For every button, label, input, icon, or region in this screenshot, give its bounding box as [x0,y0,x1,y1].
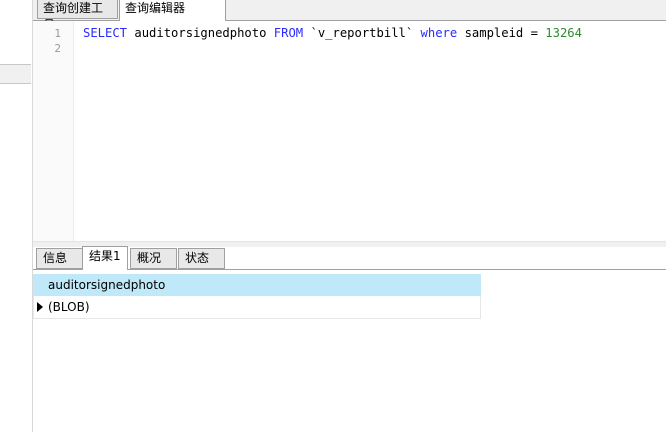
tab-query-editor[interactable]: 查询编辑器 [119,0,226,21]
tab-profile[interactable]: 概况 [130,248,177,269]
tab-result1[interactable]: 结果1 [82,246,128,270]
table-cell[interactable]: (BLOB) [48,300,90,314]
column-header[interactable]: auditorsignedphoto [33,274,481,296]
left-panel [0,0,33,432]
left-collapsed-tab[interactable] [0,64,31,84]
table-row[interactable]: (BLOB) [33,296,481,319]
keyword-from: FROM [273,26,304,40]
line-gutter: 1 2 [33,21,74,241]
row-indicator-icon [37,302,43,312]
top-tab-bar: 查询创建工具 查询编辑器 [33,0,666,32]
tab-query-builder[interactable]: 查询创建工具 [37,0,118,32]
sql-number: 13264 [545,26,582,40]
line-number: 1 [54,27,61,40]
keyword-where: where [420,26,458,40]
line-number: 2 [54,42,61,55]
result-tab-bar: 信息 结果1 概况 状态 [33,246,666,270]
sql-code-line[interactable]: SELECT auditorsignedphoto FROM `v_report… [83,26,582,41]
sql-condition: sampleid = [457,26,546,40]
result-grid: auditorsignedphoto (BLOB) [33,274,481,319]
keyword-select: SELECT [83,26,128,40]
tab-status[interactable]: 状态 [178,248,225,269]
sql-column: auditorsignedphoto [127,26,274,40]
tab-info[interactable]: 信息 [36,248,83,269]
sql-editor[interactable]: 1 2 SELECT auditorsignedphoto FROM `v_re… [33,21,666,241]
sql-table: `v_reportbill` [303,26,421,40]
